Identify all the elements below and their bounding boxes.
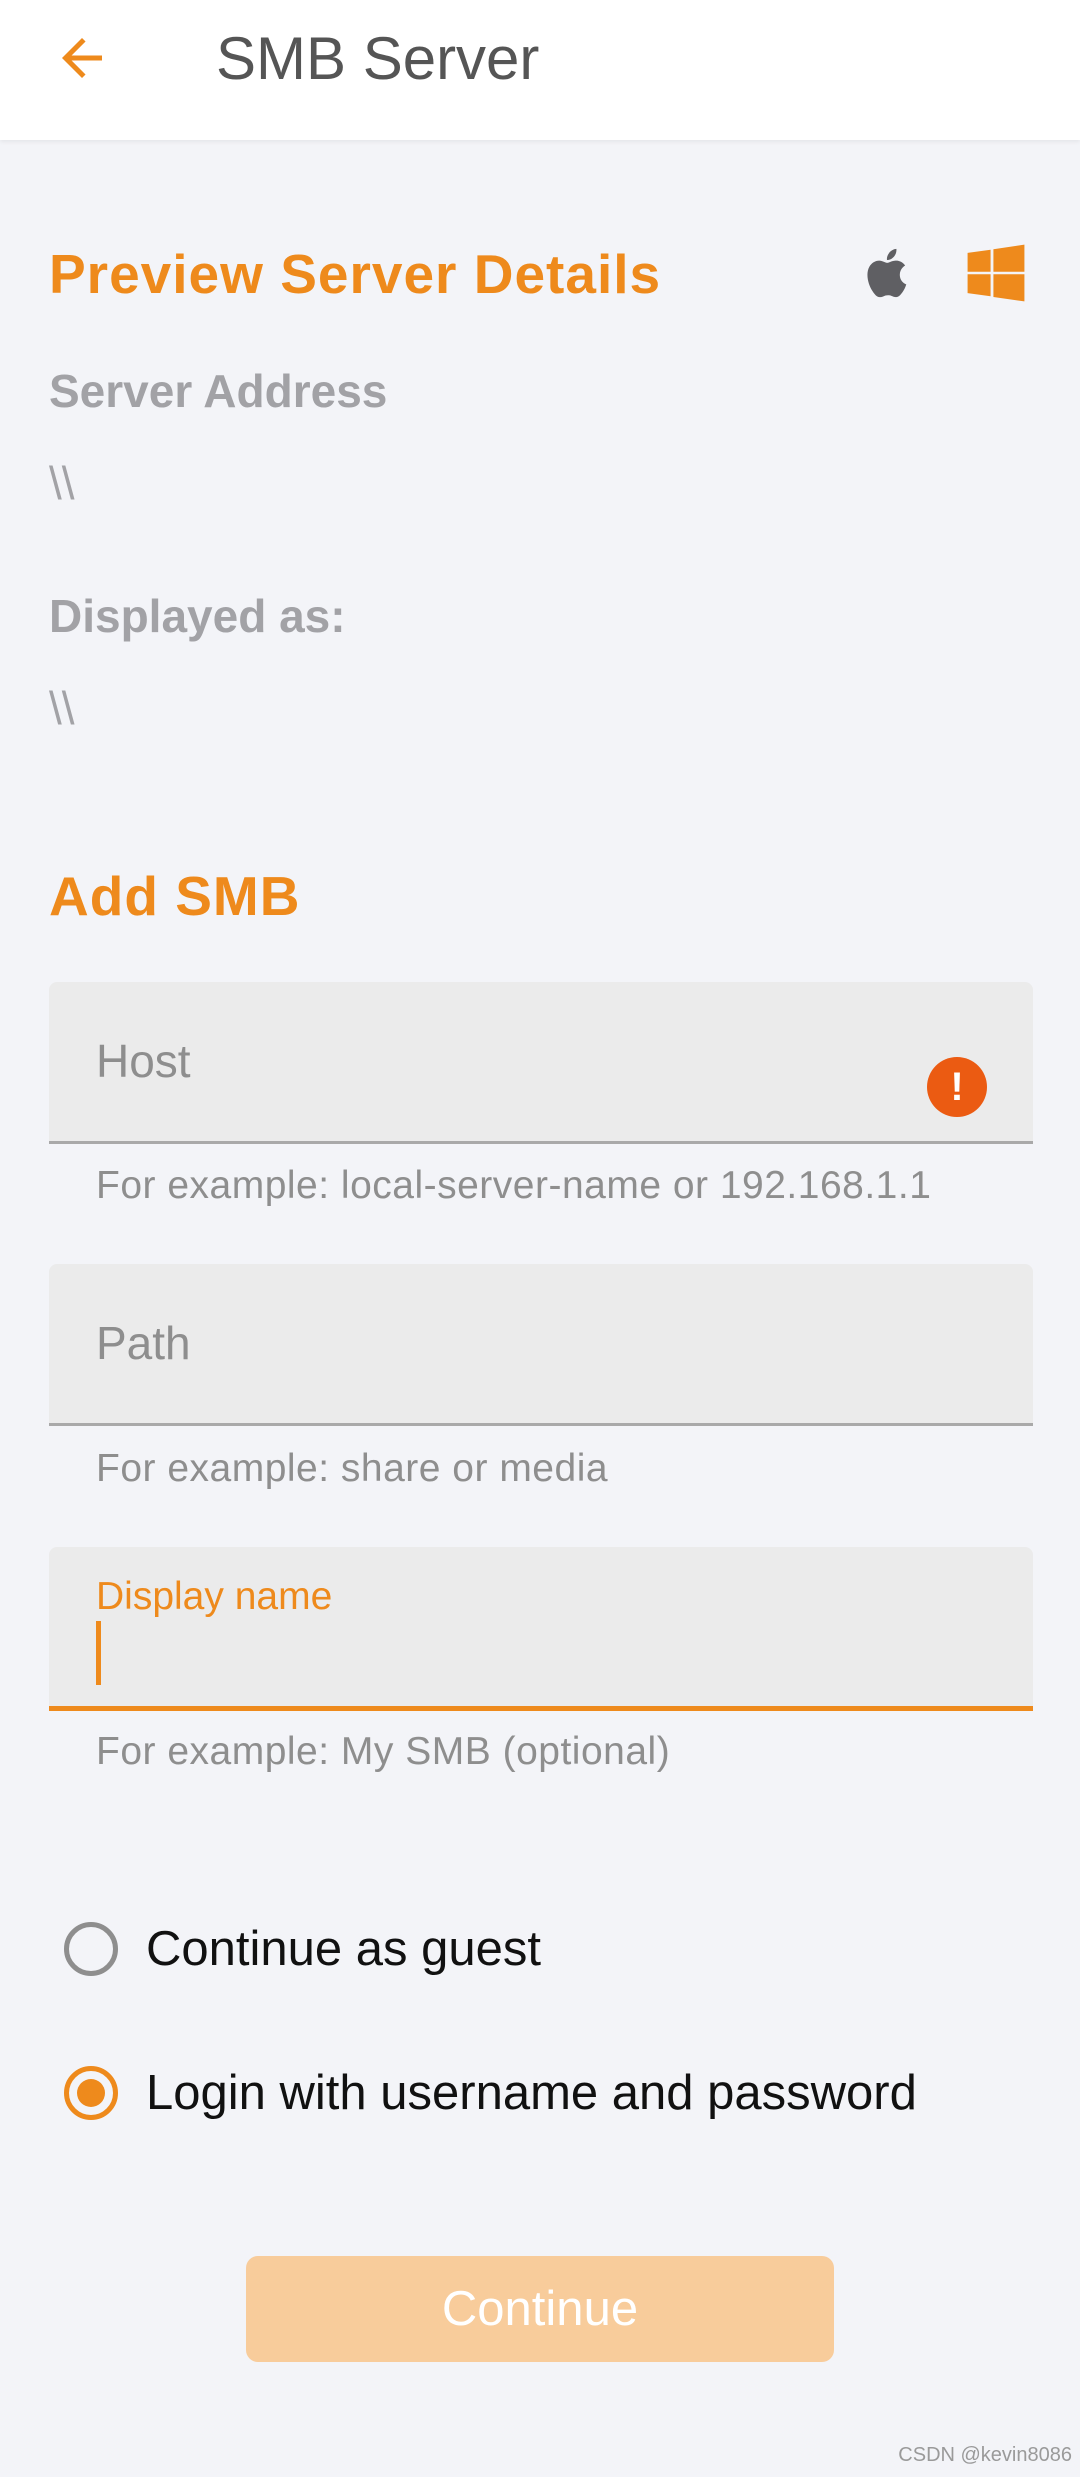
arrow-left-icon bbox=[62, 38, 102, 78]
page-title: SMB Server bbox=[216, 25, 540, 92]
displayed-as-label: Displayed as: bbox=[49, 590, 346, 642]
error-icon: ! bbox=[927, 1057, 987, 1117]
path-field[interactable]: Path bbox=[49, 1264, 1033, 1426]
add-smb-title: Add SMB bbox=[49, 865, 301, 927]
radio-button-checked[interactable] bbox=[64, 2066, 118, 2120]
path-placeholder: Path bbox=[96, 1317, 191, 1369]
radio-button[interactable] bbox=[64, 1922, 118, 1976]
display-name-helper-text: For example: My SMB (optional) bbox=[96, 1730, 671, 1773]
host-field[interactable]: Host ! bbox=[49, 982, 1033, 1144]
windows-icon[interactable] bbox=[965, 242, 1027, 304]
radio-label: Login with username and password bbox=[146, 2066, 917, 2120]
server-address-label: Server Address bbox=[49, 365, 388, 417]
watermark: CSDN @kevin8086 bbox=[898, 2444, 1072, 2466]
path-helper-text: For example: share or media bbox=[96, 1447, 609, 1490]
displayed-as-value: \\ bbox=[49, 682, 75, 734]
continue-button[interactable]: Continue bbox=[246, 2256, 834, 2362]
host-placeholder: Host bbox=[96, 1035, 191, 1087]
display-name-label: Display name bbox=[96, 1575, 333, 1618]
text-cursor bbox=[96, 1621, 101, 1685]
radio-label: Continue as guest bbox=[146, 1922, 541, 1976]
radio-option-login[interactable]: Login with username and password bbox=[64, 2053, 917, 2133]
display-name-field[interactable]: Display name bbox=[49, 1547, 1033, 1711]
radio-option-guest[interactable]: Continue as guest bbox=[64, 1909, 541, 1989]
back-button[interactable] bbox=[40, 16, 124, 100]
app-bar: SMB Server bbox=[0, 0, 1080, 140]
host-helper-text: For example: local-server-name or 192.16… bbox=[96, 1164, 932, 1207]
apple-icon[interactable] bbox=[858, 240, 916, 306]
preview-section-title: Preview Server Details bbox=[49, 243, 662, 305]
server-address-value: \\ bbox=[49, 457, 75, 509]
